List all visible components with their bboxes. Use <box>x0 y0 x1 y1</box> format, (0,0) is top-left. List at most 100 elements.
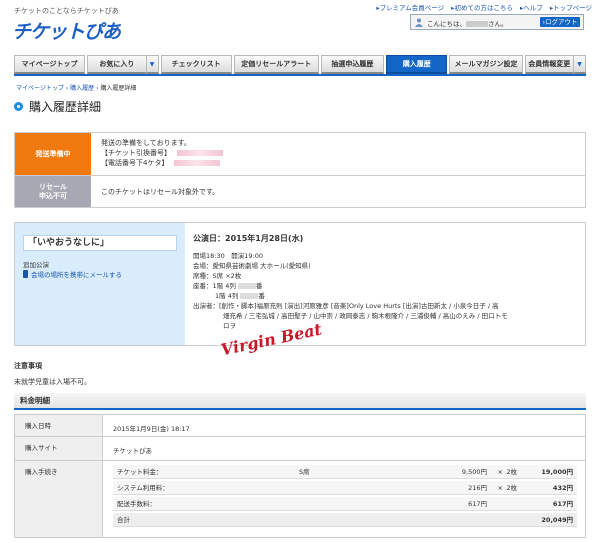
logout-label: ログアウト <box>545 18 578 26</box>
charge-row-delivery-fee: 配送手数料： 617円 617円 <box>113 497 577 511</box>
charge-subtotal: 19,000円 <box>541 468 573 476</box>
resale-label-1: リセール <box>39 182 67 191</box>
site-logo[interactable]: チケットぴあ <box>12 17 121 44</box>
multiply-icon: × <box>497 468 503 476</box>
tab-favorites[interactable]: お気に入り ▼ <box>87 55 159 74</box>
charge-row-system-fee: システム利用料： 216円 × 2枚 432円 <box>113 481 577 495</box>
ticket-number-redacted <box>177 150 223 156</box>
tab-checklist[interactable]: チェックリスト <box>160 55 232 74</box>
seat-2-suffix: 番 <box>258 292 265 300</box>
mail-venue-link[interactable]: 会場の場所を携帯にメールする <box>23 269 122 279</box>
charges-table: 購入日時 2015年1月9日(金) 18:17 購入サイト チケットぴあ 購入手… <box>14 414 586 538</box>
charge-unit-price: 216円 <box>468 484 487 492</box>
tab-label: 定価リセールアラート <box>241 60 312 68</box>
top-page-link[interactable]: トップページ <box>553 4 592 12</box>
cast-line-3: ロヲ <box>223 322 236 330</box>
purchase-date-label: 購入日時 <box>15 415 103 436</box>
top-links: ▸プレミアム会員ページ ▸初めての方はこちら ▸ヘルプ ▸トップページ <box>371 2 592 12</box>
tab-label: メールマガジン設定 <box>454 60 518 68</box>
logout-button[interactable]: ›ログアウト <box>540 17 580 27</box>
seat-1-text: 座番：1階 4列 <box>193 282 236 290</box>
performance-summary: 「いやおうなしに」 追加公演 会場の場所を携帯にメールする <box>15 223 185 345</box>
ticket-number-label: 【チケット引換番号】 <box>101 149 171 157</box>
seat-1-suffix: 番 <box>255 282 263 290</box>
tab-label: マイページトップ <box>21 60 78 68</box>
performance-title: 「いやおうなしに」 <box>23 235 177 251</box>
ticket-number-row: 【チケット引換番号】 <box>101 148 223 158</box>
total-amount: 20,049円 <box>541 516 573 524</box>
mail-venue-label: 会場の場所を携帯にメールする <box>31 271 122 279</box>
phone-last4-label: 【電話番号下4ケタ】 <box>101 159 169 167</box>
chevron-down-icon[interactable]: ▼ <box>573 56 585 73</box>
greeting: こんにちは、 さん。 <box>427 18 508 28</box>
tab-label: 購入履歴 <box>402 60 431 68</box>
breadcrumb: マイページトップ › 購入履歴 › 購入履歴詳細 <box>16 83 136 92</box>
shipping-message: 発送の準備をしております。 <box>101 139 191 147</box>
resale-status-text: このチケットはリセール対象外です。 <box>101 188 220 196</box>
performance-date: 公演日：2015年1月28日(水) <box>193 234 304 243</box>
shipping-status-text: 発送の準備をしております。 【チケット引換番号】 【電話番号下4ケタ】 <box>101 138 223 168</box>
performance-venue: 会場：愛知県芸術劇場 大ホール(愛知県) <box>193 262 311 270</box>
charge-name: システム利用料： <box>117 484 169 492</box>
notes-body: 未就学児童は入場不可。 <box>14 378 91 386</box>
site-header: チケットのことならチケットぴあ チケットぴあ ▸プレミアム会員ページ ▸初めての… <box>0 0 600 52</box>
page-title-text: 購入履歴詳細 <box>29 100 102 114</box>
shipping-status-badge: 発送準備中 <box>15 133 91 175</box>
charge-row-ticket: チケット料金： S席 9,500円 × 2枚 19,000円 <box>113 465 577 479</box>
purchase-procedure-row: 購入手続き チケット料金： S席 9,500円 × 2枚 19,000円 システ… <box>15 461 585 537</box>
seat-2-redacted <box>240 293 259 299</box>
seat-number-2: 1階 4列 番 <box>193 291 581 301</box>
charge-seat: S席 <box>299 468 310 476</box>
chevron-down-icon[interactable]: ▼ <box>145 56 158 73</box>
phone-last4-redacted <box>174 160 221 166</box>
purchase-date-row: 購入日時 2015年1月9日(金) 18:17 <box>15 415 585 437</box>
greeting-prefix: こんにちは、 <box>427 20 466 28</box>
charge-detail-list: チケット料金： S席 9,500円 × 2枚 19,000円 システム利用料： … <box>113 465 577 529</box>
user-icon <box>415 18 423 27</box>
charge-name: 配送手数料： <box>117 500 156 508</box>
charge-subtotal: 617円 <box>552 500 573 508</box>
performance-time: 開場18:30 開演19:00 <box>193 252 263 260</box>
charge-unit-price: 617円 <box>468 500 487 508</box>
site-tagline: チケットのことならチケットぴあ <box>14 7 119 15</box>
mypage-nav: マイページトップ お気に入り ▼ チェックリスト 定価リセールアラート 抽選申込履… <box>14 55 586 74</box>
charge-qty: 2枚 <box>506 468 517 476</box>
tab-label: 抽選申込履歴 <box>331 60 374 68</box>
seat-type: 席種：S席 ×2枚 <box>193 272 242 280</box>
charges-heading: 料金明細 <box>14 393 586 410</box>
username-redacted <box>466 21 488 27</box>
help-link[interactable]: ヘルプ <box>523 4 543 12</box>
tab-purchase-history[interactable]: 購入履歴 <box>386 55 448 74</box>
breadcrumb-mypage-top[interactable]: マイページトップ <box>16 85 64 92</box>
charge-qty: 2枚 <box>506 484 517 492</box>
notes-heading: 注意事項 <box>14 362 42 370</box>
performance-details: 公演日：2015年1月28日(水) 開場18:30 開演19:00 会場：愛知県… <box>193 233 581 331</box>
charge-subtotal: 432円 <box>552 484 573 492</box>
resale-label-2: 申込不可 <box>39 191 67 200</box>
tab-lottery-history[interactable]: 抽選申込履歴 <box>320 55 385 74</box>
nav-underline <box>14 74 586 76</box>
seat-number-1: 座番：1階 4列 番 <box>193 281 581 291</box>
premium-link[interactable]: プレミアム会員ページ <box>380 4 444 12</box>
breadcrumb-purchase-history[interactable]: 購入履歴 <box>70 85 94 92</box>
tab-resale-alert[interactable]: 定価リセールアラート <box>233 55 319 74</box>
phone-last4-row: 【電話番号下4ケタ】 <box>101 158 223 168</box>
tab-mail-magazine[interactable]: メールマガジン設定 <box>449 55 523 74</box>
seat-1-redacted <box>237 283 256 289</box>
multiply-icon: × <box>497 484 503 492</box>
tab-member-info[interactable]: 会員情報変更 ▼ <box>524 55 586 74</box>
beginners-link[interactable]: 初めての方はこちら <box>454 4 513 12</box>
purchase-date-value: 2015年1月9日(金) 18:17 <box>113 425 190 433</box>
resale-status-badge: リセール 申込不可 <box>15 176 91 207</box>
seat-2-text: 1階 4列 <box>215 292 239 300</box>
charge-row-total: 合計 20,049円 <box>113 513 577 527</box>
cast-line-1: 出演者：[創作・脚本]福原充則 [演出]河原雅彦 [音楽]Only Love H… <box>193 302 499 310</box>
circle-icon <box>14 102 23 111</box>
added-performance-label: 追加公演 <box>23 261 49 269</box>
charge-unit-price: 9,500円 <box>461 468 487 476</box>
shipping-status-row: 発送準備中 発送の準備をしております。 【チケット引換番号】 【電話番号下4ケタ… <box>15 133 585 176</box>
tab-label: チェックリスト <box>171 60 221 68</box>
charge-name: チケット料金： <box>117 468 163 476</box>
tab-mypage-top[interactable]: マイページトップ <box>14 55 86 74</box>
purchase-site-row: 購入サイト チケットぴあ <box>15 437 585 461</box>
